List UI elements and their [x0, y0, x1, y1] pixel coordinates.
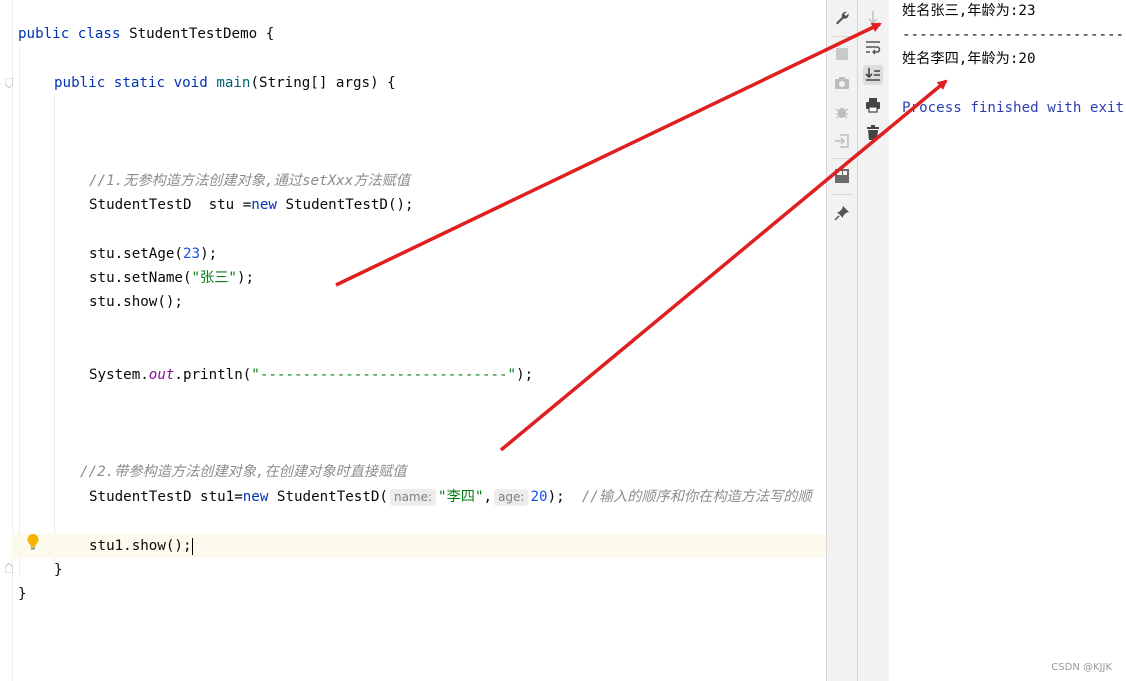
code-line: stu.show(); [89, 294, 183, 310]
wrench-icon[interactable] [832, 8, 852, 28]
toolbar-divider [831, 158, 853, 159]
console-output-line: 姓名李四,年龄为:20 [902, 51, 1036, 67]
scroll-to-end-icon[interactable] [863, 65, 883, 85]
stop-icon[interactable] [832, 44, 852, 64]
comment-line: //1.无参构造方法创建对象,通过setXxx方法赋值 [89, 173, 410, 189]
toolbar-divider [831, 36, 853, 37]
run-console[interactable]: 姓名张三,年龄为:23 ----------------------------… [889, 0, 1126, 681]
class-declaration: public class StudentTestDemo { [18, 26, 275, 42]
indent-guide [54, 95, 55, 565]
main-method-declaration: public static void main(String[] args) { [54, 75, 396, 91]
lightbulb-icon[interactable] [26, 533, 40, 551]
editor-gutter [0, 0, 13, 681]
down-arrow-icon[interactable] [863, 8, 883, 28]
text-caret [191, 537, 193, 555]
watermark: CSDN @KJJK [1051, 662, 1112, 673]
comment-line: //2.带参构造方法创建对象,在创建对象时直接赋值 [80, 464, 407, 480]
code-line: StudentTestD stu1=new StudentTestD(name:… [89, 489, 812, 506]
code-line: stu.setAge(23); [89, 246, 218, 262]
run-toolbar-left [826, 0, 857, 681]
toolbar-divider [831, 194, 853, 195]
fold-marker-icon[interactable] [5, 78, 13, 88]
layout-icon[interactable] [832, 166, 852, 186]
code-line: System.out.println("--------------------… [89, 367, 534, 383]
exit-icon[interactable] [832, 131, 852, 151]
process-finished-line: Process finished with exit code 0 [902, 100, 1125, 116]
pin-icon[interactable] [832, 203, 852, 223]
indent-guide [19, 47, 20, 577]
trash-icon[interactable] [863, 123, 883, 143]
code-line: StudentTestD stu =new StudentTestD(); [89, 197, 414, 213]
run-toolbar-right [857, 0, 890, 681]
print-icon[interactable] [863, 95, 883, 115]
soft-wrap-icon[interactable] [863, 37, 883, 57]
code-line: stu.setName("张三"); [89, 270, 255, 286]
parameter-hint: age: [494, 489, 529, 506]
closing-brace: } [54, 562, 63, 578]
current-line[interactable]: stu1.show(); [12, 534, 826, 558]
parameter-hint: name: [389, 489, 437, 506]
debug-icon[interactable] [832, 102, 852, 122]
console-output-line: ----------------------------- [902, 27, 1126, 43]
closing-brace: } [18, 586, 27, 602]
camera-icon[interactable] [832, 73, 852, 93]
code-editor[interactable]: public class StudentTestDemo { public st… [0, 0, 826, 681]
console-output-line: 姓名张三,年龄为:23 [902, 3, 1036, 19]
fold-marker-icon[interactable] [5, 563, 13, 573]
